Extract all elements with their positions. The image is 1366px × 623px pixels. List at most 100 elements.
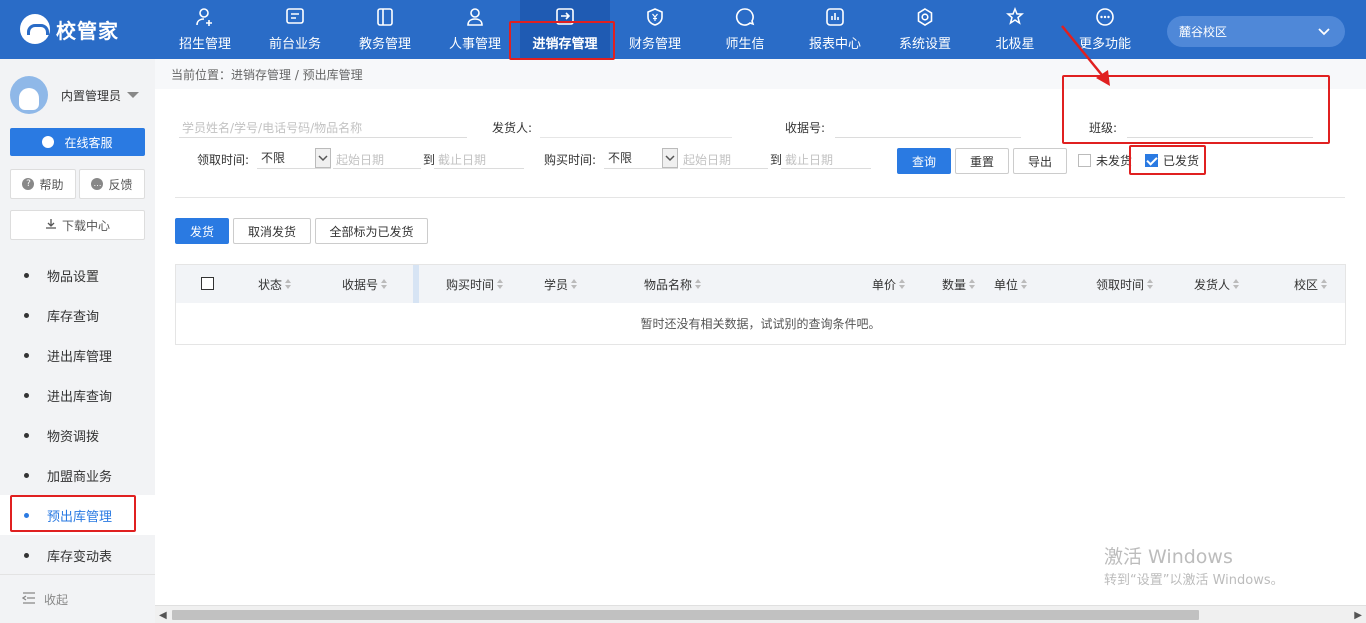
collapse-sidebar-button[interactable]: 收起 — [0, 574, 155, 623]
nav-item-academic[interactable]: 教务管理 — [340, 0, 430, 59]
sidebar: 内置管理员 在线客服 ? 帮助 … 反馈 下载中心 物品设置 库存查询 进出库管… — [0, 59, 155, 623]
column-resize-handle[interactable] — [413, 265, 419, 303]
start-date-placeholder: 起始日期 — [336, 153, 385, 167]
nav-label: 前台业务 — [268, 37, 321, 52]
select-all-checkbox[interactable] — [201, 277, 214, 290]
nav-label: 系统设置 — [898, 37, 951, 52]
star-icon — [1004, 6, 1026, 28]
not-shipped-checkbox[interactable]: 未发货 — [1078, 152, 1132, 169]
purchase-end-date-input[interactable]: 截止日期 — [781, 147, 871, 169]
column-campus[interactable]: 校区 — [1294, 265, 1328, 303]
user-menu[interactable]: 内置管理员 — [10, 75, 150, 115]
nav-label: 师生信 — [725, 37, 765, 52]
bar-chart-icon — [824, 6, 846, 28]
nav-item-polaris[interactable]: 北极星 — [970, 0, 1060, 59]
user-plus-icon — [194, 6, 216, 28]
purchase-time-select[interactable]: 不限 — [604, 147, 678, 169]
collapse-icon — [21, 591, 36, 607]
column-receipt[interactable]: 收据号 — [342, 265, 388, 303]
download-center-button[interactable]: 下载中心 — [10, 210, 145, 240]
collapse-label: 收起 — [44, 592, 69, 607]
query-button[interactable]: 查询 — [897, 148, 951, 174]
column-purchase-time[interactable]: 购买时间 — [446, 265, 504, 303]
feedback-button[interactable]: … 反馈 — [79, 169, 145, 199]
sort-icon — [695, 279, 702, 289]
column-item-name[interactable]: 物品名称 — [644, 265, 702, 303]
search-input[interactable]: 学员姓名/学号/电话号码/物品名称 — [179, 115, 467, 137]
annotation-box-nav — [509, 21, 615, 60]
column-status[interactable]: 状态 — [258, 265, 292, 303]
help-button[interactable]: ? 帮助 — [10, 169, 76, 199]
sidebar-item-label: 库存变动表 — [47, 549, 113, 565]
sidebar-item-inout-management[interactable]: 进出库管理 — [0, 335, 155, 375]
column-label: 单价 — [872, 277, 897, 292]
gear-icon — [914, 6, 936, 28]
nav-item-finance[interactable]: 财务管理 — [610, 0, 700, 59]
ship-button[interactable]: 发货 — [175, 218, 229, 244]
nav-item-settings[interactable]: 系统设置 — [880, 0, 970, 59]
horizontal-scrollbar[interactable]: ◀ ▶ — [155, 605, 1366, 623]
sidebar-item-item-settings[interactable]: 物品设置 — [0, 255, 155, 295]
bullet-icon — [24, 432, 29, 438]
sidebar-item-label: 加盟商业务 — [47, 469, 113, 485]
sidebar-item-label: 进出库查询 — [47, 389, 113, 405]
sidebar-item-transfer[interactable]: 物资调拨 — [0, 415, 155, 455]
receipt-label: 收据号: — [785, 121, 826, 135]
chevron-down-icon — [315, 148, 331, 168]
bullet-icon — [24, 472, 29, 478]
sidebar-item-inout-query[interactable]: 进出库查询 — [0, 375, 155, 415]
receive-time-select[interactable]: 不限 — [257, 147, 331, 169]
help-label: 帮助 — [39, 177, 64, 192]
receipt-input[interactable] — [835, 115, 1021, 137]
column-label: 学员 — [544, 277, 569, 292]
column-receive-time[interactable]: 领取时间 — [1096, 265, 1154, 303]
column-quantity[interactable]: 数量 — [942, 265, 976, 303]
online-service-button[interactable]: 在线客服 — [10, 128, 145, 156]
reset-button[interactable]: 重置 — [955, 148, 1009, 174]
download-icon — [45, 218, 57, 233]
column-unit-price[interactable]: 单价 — [872, 265, 906, 303]
column-student[interactable]: 学员 — [544, 265, 578, 303]
logo-text: 校管家 — [56, 18, 119, 43]
person-icon — [464, 6, 486, 28]
column-unit[interactable]: 单位 — [994, 265, 1028, 303]
scroll-left-icon[interactable]: ◀ — [159, 610, 167, 621]
sidebar-item-stock-query[interactable]: 库存查询 — [0, 295, 155, 335]
nav-item-front-desk[interactable]: 前台业务 — [250, 0, 340, 59]
sidebar-item-label: 进出库管理 — [47, 349, 113, 365]
online-service-label: 在线客服 — [64, 135, 113, 150]
bullet-icon — [24, 272, 29, 278]
nav-item-reports[interactable]: 报表中心 — [790, 0, 880, 59]
book-icon — [374, 6, 396, 28]
watermark-subtitle: 转到“设置”以激活 Windows。 — [1104, 573, 1284, 588]
export-button[interactable]: 导出 — [1013, 148, 1067, 174]
watermark-title: 激活 Windows — [1104, 546, 1233, 568]
purchase-start-date-input[interactable]: 起始日期 — [680, 147, 768, 169]
cancel-ship-button[interactable]: 取消发货 — [233, 218, 311, 244]
receive-end-date-input[interactable]: 截止日期 — [434, 147, 524, 169]
receive-start-date-input[interactable]: 起始日期 — [333, 147, 421, 169]
nav-item-enrollment[interactable]: 招生管理 — [160, 0, 250, 59]
empty-state-text: 暂时还没有相关数据，试试别的查询条件吧。 — [640, 317, 881, 331]
nav-label: 报表中心 — [808, 37, 861, 52]
chat-bubble-icon — [42, 136, 55, 148]
mark-all-shipped-button[interactable]: 全部标为已发货 — [315, 218, 428, 244]
sort-icon — [285, 279, 292, 289]
caret-down-icon — [127, 92, 140, 98]
bullet-icon — [24, 552, 29, 558]
sender-input[interactable] — [540, 115, 732, 137]
nav-item-hr[interactable]: 人事管理 — [430, 0, 520, 59]
help-icon: ? — [22, 178, 35, 190]
campus-select[interactable]: 麓谷校区 — [1167, 16, 1345, 47]
top-bar: 校管家 招生管理 前台业务 教务管理 人事管理 进销存管理 财务管理 师生信 报… — [0, 0, 1366, 59]
nav-item-messages[interactable]: 师生信 — [700, 0, 790, 59]
nav-label: 人事管理 — [448, 37, 501, 52]
end-date-placeholder: 截止日期 — [785, 153, 834, 167]
logo[interactable]: 校管家 — [20, 12, 119, 46]
nav-label: 财务管理 — [628, 37, 681, 52]
scroll-right-icon[interactable]: ▶ — [1354, 610, 1362, 621]
column-sender[interactable]: 发货人 — [1194, 265, 1240, 303]
sidebar-item-stock-changes[interactable]: 库存变动表 — [0, 535, 155, 575]
sidebar-item-franchise[interactable]: 加盟商业务 — [0, 455, 155, 495]
scrollbar-thumb[interactable] — [172, 610, 1199, 620]
